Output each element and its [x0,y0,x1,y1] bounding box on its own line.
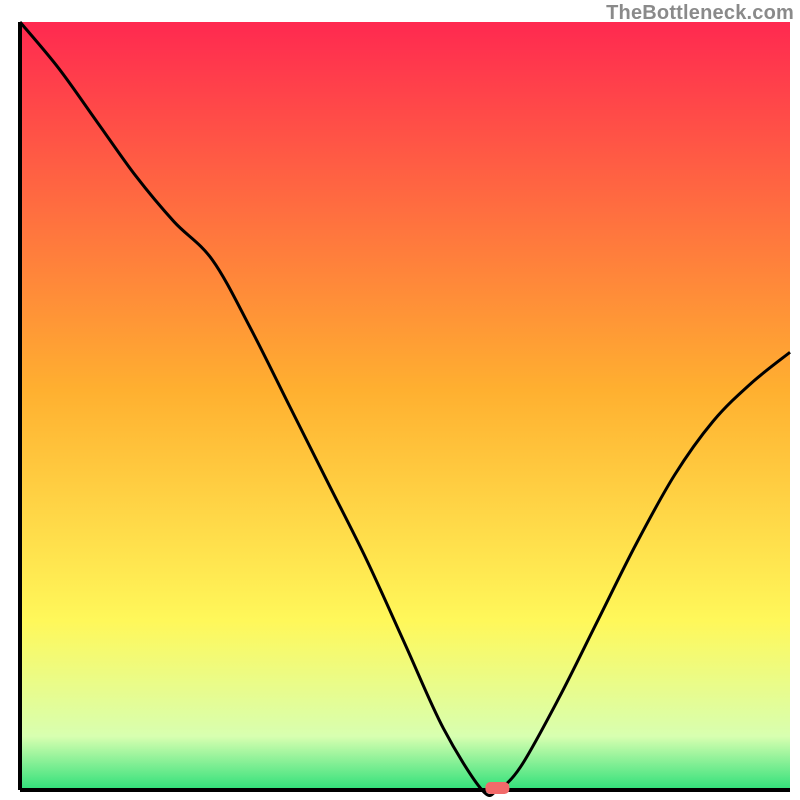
optimum-marker [485,782,509,794]
plot-background [20,22,790,790]
chart-svg [0,0,800,800]
chart-canvas: TheBottleneck.com [0,0,800,800]
